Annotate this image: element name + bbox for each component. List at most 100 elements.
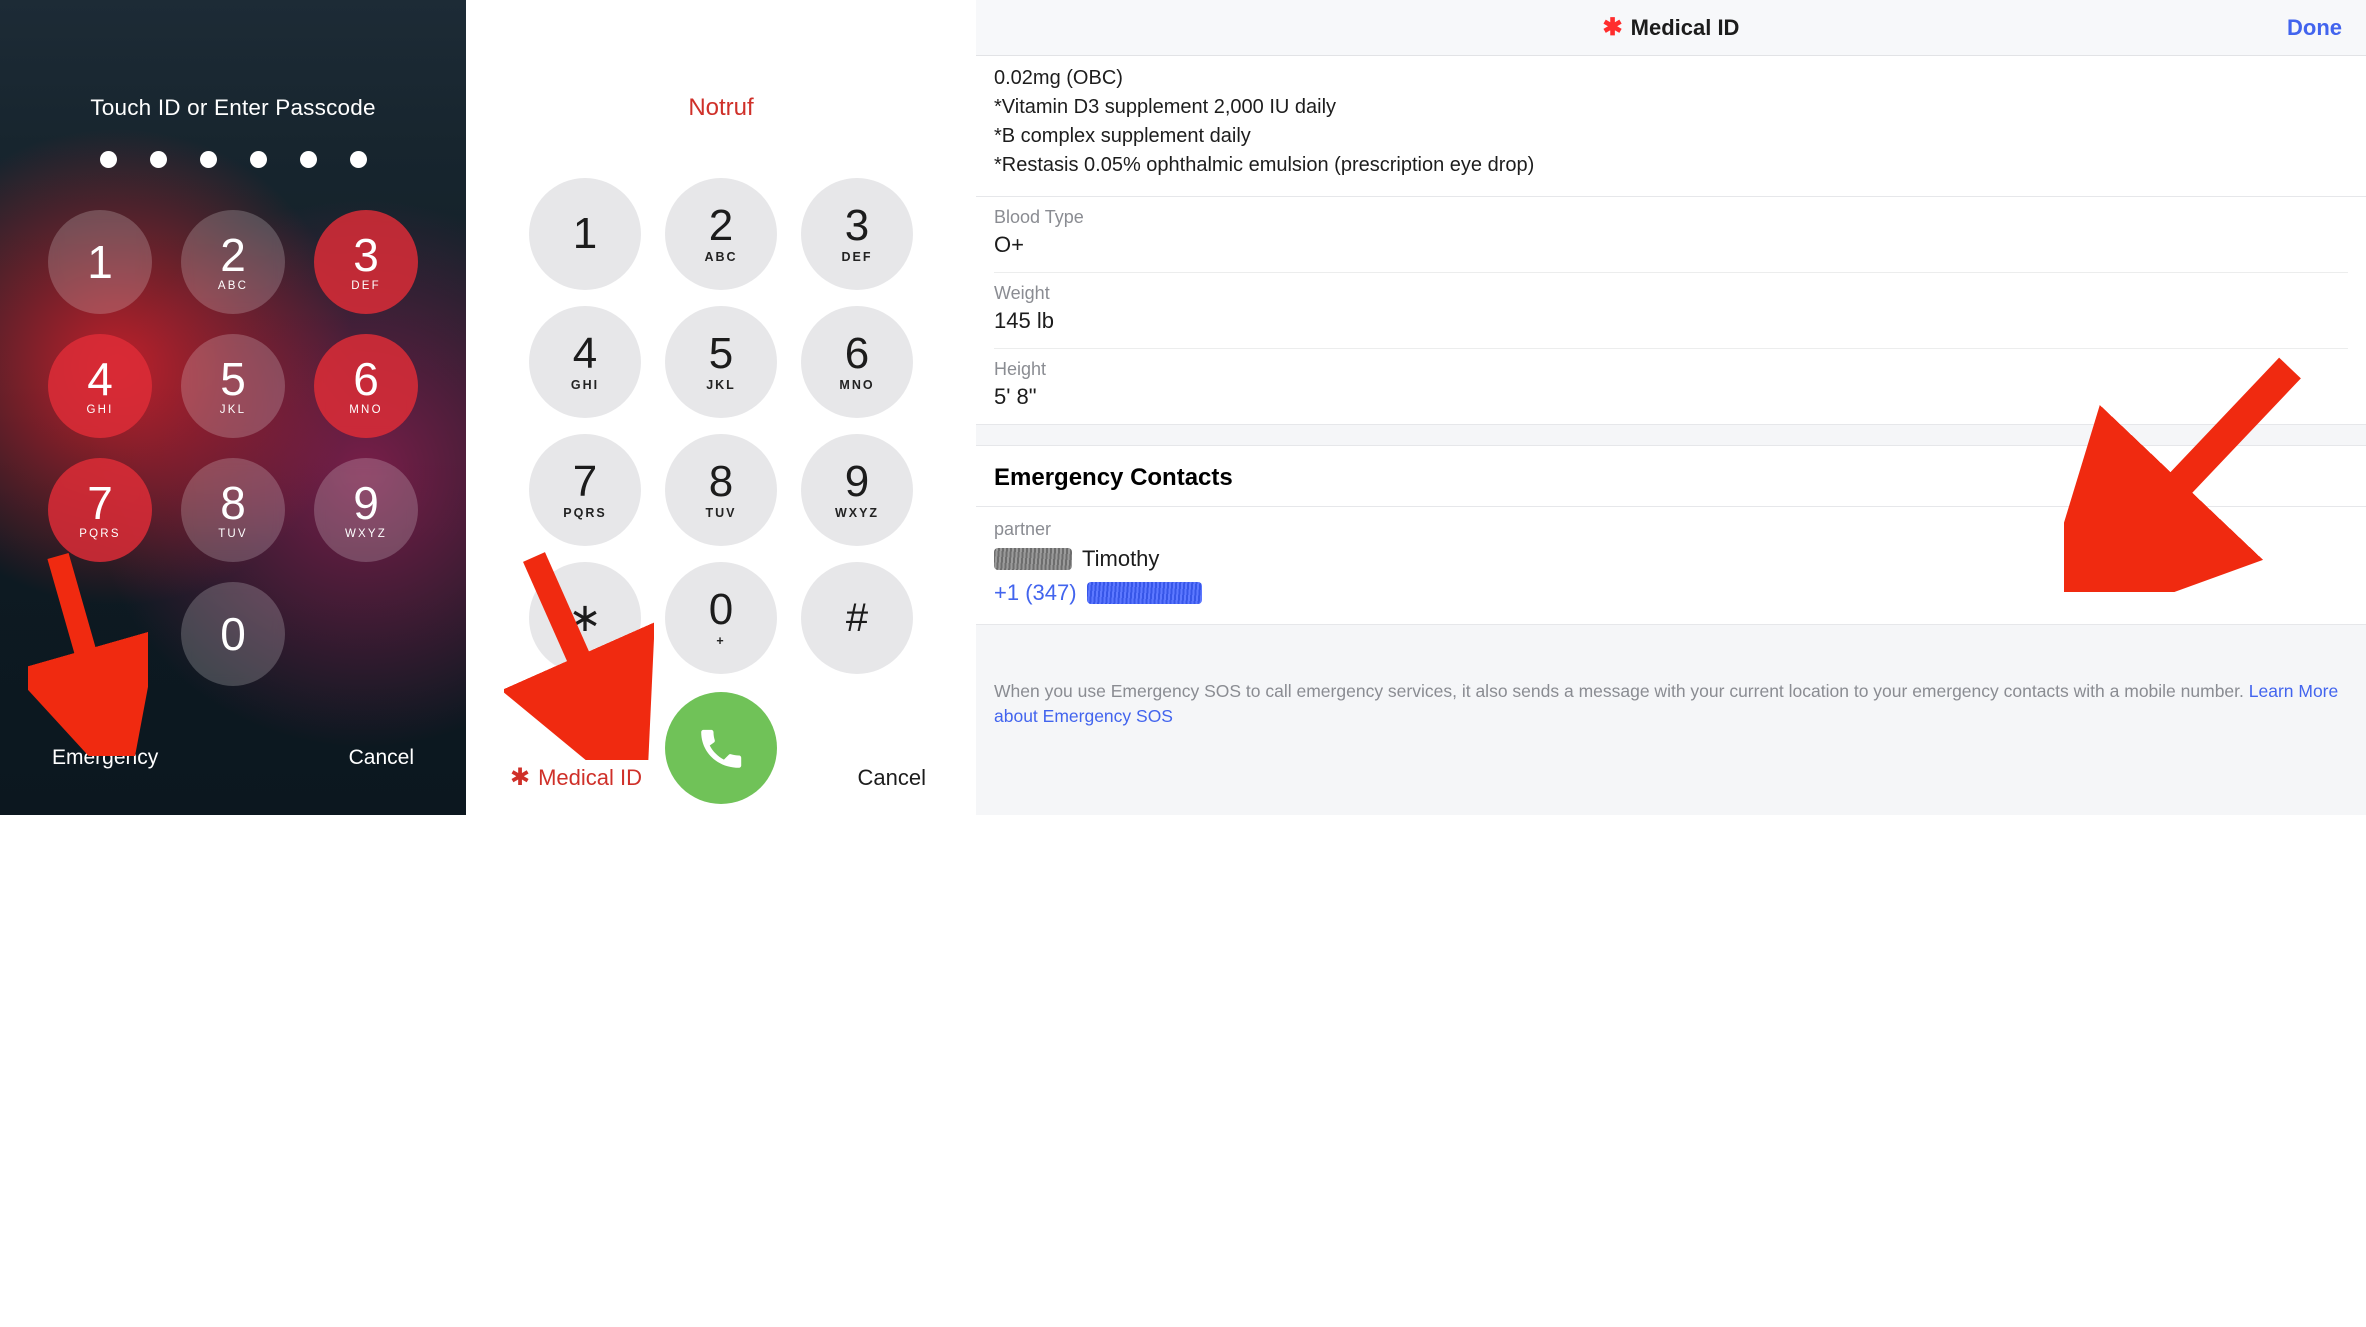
key-letters: PQRS: [563, 506, 606, 520]
dialer-key-4[interactable]: 4 GHI: [529, 306, 641, 418]
key-digit: 8: [220, 480, 246, 526]
contact-relationship: partner: [994, 519, 2348, 540]
key-digit: 8: [709, 460, 733, 504]
key-digit: 2: [220, 232, 246, 278]
key-letters: TUV: [706, 506, 737, 520]
key-letters: DEF: [351, 280, 381, 292]
keypad-key-1[interactable]: 1: [48, 210, 152, 314]
medication-line: 0.02mg (OBC): [994, 64, 2348, 93]
emergency-dialer-panel: Notruf 1 2 ABC 3 DEF 4 GHI 5JKL 6 MNO 7 PQRS 8 TUV 9 WX…: [466, 0, 976, 815]
keypad-key-8[interactable]: 8 TUV: [181, 458, 285, 562]
keypad-key-0[interactable]: 0: [181, 582, 285, 686]
medical-id-header: ✱ Medical ID Done: [976, 0, 2366, 56]
medication-line: *Vitamin D3 supplement 2,000 IU daily: [994, 93, 2348, 122]
key-digit: 6: [353, 356, 379, 402]
dialer-key-9[interactable]: 9 WXYZ: [801, 434, 913, 546]
passcode-dot: [150, 151, 167, 168]
emergency-contacts-heading: Emergency Contacts: [976, 445, 2366, 507]
field-label: Height: [994, 359, 2348, 380]
key-letters: MNO: [839, 378, 874, 392]
dialer-key-hash[interactable]: #: [801, 562, 913, 674]
dialer-key-6[interactable]: 6 MNO: [801, 306, 913, 418]
field-value: 5' 8": [994, 384, 2348, 410]
dialer-key-3[interactable]: 3 DEF: [801, 178, 913, 290]
key-letters: PQRS: [79, 528, 120, 540]
passcode-dot: [300, 151, 317, 168]
keypad-key-5[interactable]: 5 JKL: [181, 334, 285, 438]
page-title: ✱ Medical ID: [1603, 15, 1740, 41]
medication-line: *B complex supplement daily: [994, 122, 2348, 151]
key-letters: TUV: [218, 528, 248, 540]
field-value: O+: [994, 232, 2348, 258]
contact-phone-link[interactable]: +1 (347): [994, 580, 2348, 606]
key-digit: 2: [709, 204, 733, 248]
dialer-key-5[interactable]: 5JKL: [665, 306, 777, 418]
key-letters: JKL: [220, 404, 246, 416]
medical-id-label: Medical ID: [538, 765, 642, 791]
vitals-row: Height 5' 8": [994, 349, 2348, 424]
key-digit: 3: [845, 204, 869, 248]
emergency-contact-row: partner Timothy +1 (347): [976, 507, 2366, 625]
emergency-sos-footer: When you use Emergency SOS to call emerg…: [976, 661, 2366, 756]
key-letters: DEF: [842, 250, 873, 264]
redacted-phone: [1087, 582, 1202, 604]
keypad-key-9[interactable]: 9 WXYZ: [314, 458, 418, 562]
key-letters: +: [716, 634, 725, 648]
key-digit: ∗: [568, 598, 602, 638]
lockscreen-keypad: 1 2 ABC 3DEF 4 GHI 5 JKL 6MNO 7PQRS 8 TUV 9 WXYZ 0: [48, 210, 418, 686]
field-label: Weight: [994, 283, 2348, 304]
dialer-key-2[interactable]: 2 ABC: [665, 178, 777, 290]
key-letters: WXYZ: [345, 528, 387, 540]
dialer-key-star[interactable]: ∗: [529, 562, 641, 674]
field-value: 145 lb: [994, 308, 2348, 334]
done-button[interactable]: Done: [2287, 15, 2342, 41]
key-digit: 0: [220, 611, 246, 657]
cancel-button[interactable]: Cancel: [349, 746, 414, 770]
medications-text: 0.02mg (OBC)*Vitamin D3 supplement 2,000…: [976, 56, 2366, 197]
key-digit: 4: [573, 332, 597, 376]
passcode-dots: [100, 151, 367, 168]
key-letters: GHI: [571, 378, 599, 392]
dialer-cancel-button[interactable]: Cancel: [858, 765, 926, 791]
dialer-key-0[interactable]: 0+: [665, 562, 777, 674]
key-digit: 9: [845, 460, 869, 504]
passcode-prompt: Touch ID or Enter Passcode: [90, 95, 375, 121]
asterisk-icon: ✱: [1603, 16, 1623, 40]
key-digit: 5: [220, 356, 246, 402]
dialer-title: Notruf: [688, 94, 753, 122]
keypad-key-2[interactable]: 2 ABC: [181, 210, 285, 314]
vitals-row: Blood Type O+: [994, 197, 2348, 273]
dialer-key-1[interactable]: 1: [529, 178, 641, 290]
key-letters: WXYZ: [835, 506, 879, 520]
vitals-section: Blood Type O+ Weight 145 lb Height 5' 8": [976, 197, 2366, 425]
key-digit: 9: [353, 480, 379, 526]
emergency-button[interactable]: Emergency: [52, 746, 158, 770]
key-letters: ABC: [704, 250, 737, 264]
key-digit: 6: [845, 332, 869, 376]
keypad-key-6[interactable]: 6MNO: [314, 334, 418, 438]
keypad-key-3[interactable]: 3DEF: [314, 210, 418, 314]
key-digit: 7: [573, 460, 597, 504]
medication-line: *Restasis 0.05% ophthalmic emulsion (pre…: [994, 151, 2348, 180]
dialer-key-7[interactable]: 7 PQRS: [529, 434, 641, 546]
keypad-key-7[interactable]: 7PQRS: [48, 458, 152, 562]
field-label: Blood Type: [994, 207, 2348, 228]
key-letters: GHI: [86, 404, 113, 416]
medical-id-button[interactable]: ✱ Medical ID: [510, 765, 642, 791]
passcode-dot: [250, 151, 267, 168]
key-digit: 4: [87, 356, 113, 402]
passcode-dot: [200, 151, 217, 168]
lockscreen-panel: Touch ID or Enter Passcode 1 2 ABC 3DEF 4 GHI…: [0, 0, 466, 815]
redacted-name: [994, 548, 1072, 570]
passcode-dot: [350, 151, 367, 168]
key-digit: #: [846, 598, 868, 638]
passcode-dot: [100, 151, 117, 168]
key-digit: 1: [87, 239, 113, 285]
key-letters: ABC: [218, 280, 248, 292]
keypad-key-4[interactable]: 4 GHI: [48, 334, 152, 438]
dialer-keypad: 1 2 ABC 3 DEF 4 GHI 5JKL 6 MNO 7 PQRS 8 TUV 9 WXYZ ∗ 0+ #: [529, 178, 913, 674]
key-digit: 5: [709, 332, 733, 376]
asterisk-icon: ✱: [510, 766, 530, 790]
dialer-key-8[interactable]: 8 TUV: [665, 434, 777, 546]
vitals-row: Weight 145 lb: [994, 273, 2348, 349]
